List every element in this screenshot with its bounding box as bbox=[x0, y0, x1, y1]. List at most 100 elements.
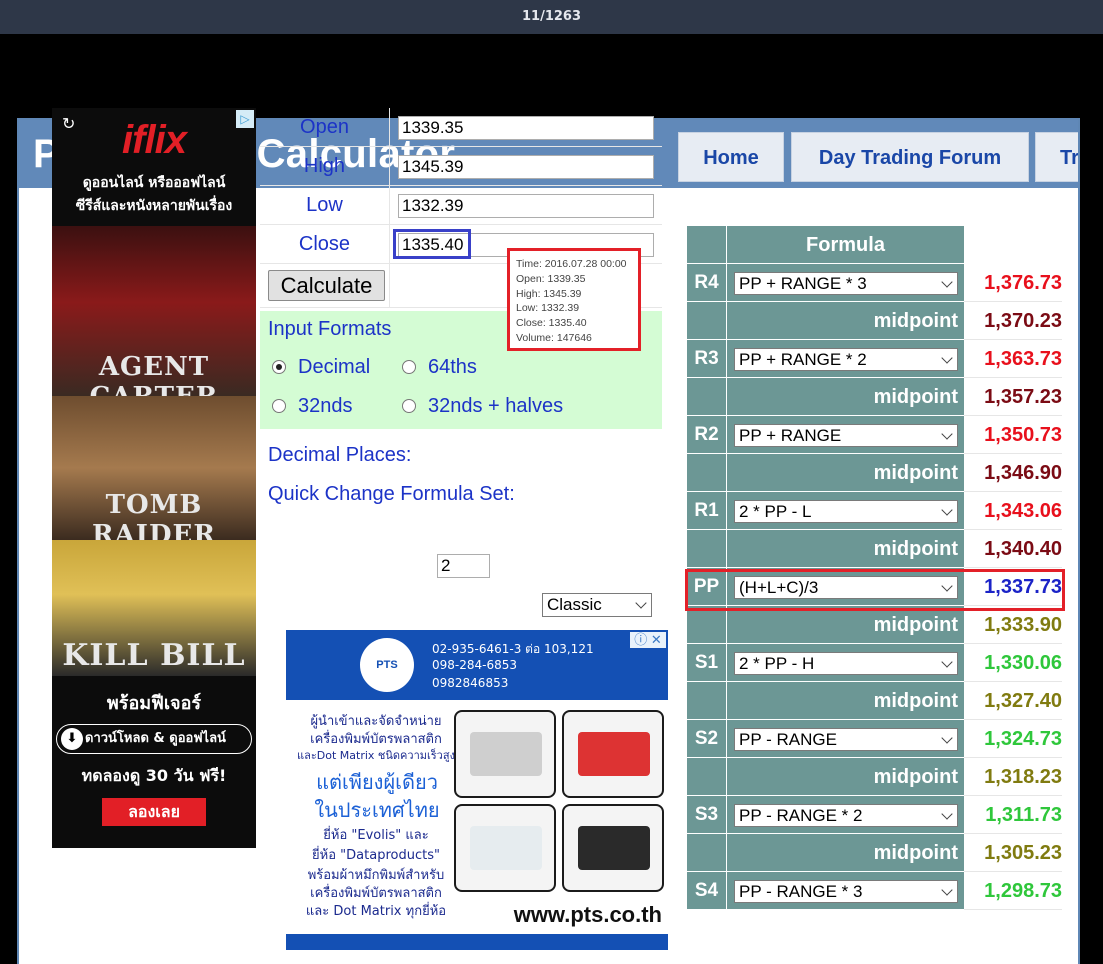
pivot-row-s4: S4 PP - RANGE * 3 1,298.73 bbox=[687, 872, 1067, 910]
low-input[interactable] bbox=[398, 194, 654, 218]
pivot-row-mid: midpoint 1,318.23 bbox=[687, 758, 1067, 796]
dot-matrix-printer-image bbox=[454, 710, 556, 798]
formula-value: PP + RANGE * 2 bbox=[739, 350, 867, 369]
formula-select[interactable]: 2 * PP - L bbox=[734, 500, 958, 523]
pts-footer-bar bbox=[286, 934, 668, 950]
formula-select[interactable]: PP - RANGE bbox=[734, 728, 958, 751]
open-input[interactable] bbox=[398, 116, 654, 140]
midpoint-label: midpoint bbox=[873, 462, 958, 484]
pts-ad-header: PTS 02-935-6461-3 ต่อ 103,121 098-284-68… bbox=[286, 630, 668, 700]
pivot-header-formula: Formula bbox=[727, 226, 964, 264]
iflix-trial-text: ทดลองดู 30 วัน ฟรี! bbox=[81, 766, 227, 785]
pivot-value: 1,376.73 bbox=[964, 264, 1062, 302]
high-input[interactable] bbox=[398, 155, 654, 179]
pts-url[interactable]: www.pts.co.th bbox=[514, 902, 662, 928]
formula-select[interactable]: PP + RANGE * 3 bbox=[734, 272, 958, 295]
pivot-value: 1,330.06 bbox=[964, 644, 1062, 682]
formula-select[interactable]: PP + RANGE bbox=[734, 424, 958, 447]
tooltip-close: Close: 1335.40 bbox=[516, 317, 587, 330]
ad-close-icon[interactable]: ⓘ ✕ bbox=[630, 632, 666, 648]
pivot-value: 1,357.23 bbox=[964, 378, 1062, 416]
format-decimal[interactable]: Decimal bbox=[272, 356, 370, 379]
iflix-download-badge[interactable]: ⬇ ดาวน์โหลด & ดูออฟไลน์ bbox=[56, 724, 252, 754]
formula-cell: midpoint bbox=[727, 530, 964, 568]
tooltip-low: Low: 1332.39 bbox=[516, 302, 580, 315]
iflix-tagline-1: ดูออนไลน์ หรือออฟไลน์ bbox=[82, 175, 226, 191]
pivot-row-mid: midpoint 1,305.23 bbox=[687, 834, 1067, 872]
pts-logo: PTS bbox=[360, 638, 414, 692]
formula-cell: midpoint bbox=[727, 758, 964, 796]
pivot-value: 1,298.73 bbox=[964, 872, 1062, 910]
pivot-key bbox=[687, 758, 727, 796]
pts-phone-3: 0982846853 bbox=[432, 676, 509, 690]
formula-select[interactable]: 2 * PP - H bbox=[734, 652, 958, 675]
formula-select[interactable]: PP - RANGE * 2 bbox=[734, 804, 958, 827]
input-formats-title: Input Formats bbox=[268, 318, 392, 340]
calculate-button[interactable]: Calculate bbox=[268, 270, 385, 301]
formula-value: 2 * PP - L bbox=[739, 502, 812, 521]
iflix-try-button[interactable]: ลองเลย bbox=[102, 798, 206, 826]
pts-phone-1: 02-935-6461-3 ต่อ 103,121 bbox=[432, 642, 594, 656]
card-printer-image bbox=[562, 710, 664, 798]
midpoint-label: midpoint bbox=[873, 310, 958, 332]
format-32nds-halves[interactable]: 32nds + halves bbox=[402, 395, 563, 418]
viewer-counter-bar: 11/1263 bbox=[0, 0, 1103, 34]
formula-cell: 2 * PP - H bbox=[727, 644, 964, 682]
nav-home[interactable]: Home bbox=[678, 132, 784, 182]
open-row: Open bbox=[260, 108, 662, 147]
pts-text-8: และ Dot Matrix ทุกยี่ห้อ bbox=[305, 904, 447, 919]
tooltip-time: Time: 2016.07.28 00:00 bbox=[516, 258, 627, 270]
nav-tr[interactable]: Tr bbox=[1035, 132, 1078, 182]
decimal-places-input[interactable] bbox=[437, 554, 490, 578]
radio-decimal[interactable] bbox=[272, 360, 286, 374]
format-64ths[interactable]: 64ths bbox=[402, 356, 477, 379]
pts-text-5: ยี่ห้อ "Dataproducts" bbox=[312, 848, 440, 863]
poster-agent-carter: AGENT CARTER bbox=[52, 226, 256, 396]
image-counter: 11/1263 bbox=[521, 9, 582, 24]
poster-title-3: KILL BILL bbox=[62, 638, 246, 673]
pivot-row-r3: R3 PP + RANGE * 2 1,363.73 bbox=[687, 340, 1067, 378]
pivot-key bbox=[687, 606, 727, 644]
formula-set-select[interactable]: Classic bbox=[542, 593, 652, 617]
radio-64ths[interactable] bbox=[402, 360, 416, 374]
high-row: High bbox=[260, 147, 662, 186]
pivot-key: R2 bbox=[687, 416, 727, 454]
low-row: Low bbox=[260, 186, 662, 225]
formula-cell: PP + RANGE bbox=[727, 416, 964, 454]
pivot-row-mid: midpoint 1,340.40 bbox=[687, 530, 1067, 568]
pivot-row-s2: S2 PP - RANGE 1,324.73 bbox=[687, 720, 1067, 758]
formula-cell: PP + RANGE * 2 bbox=[727, 340, 964, 378]
radio-32nds[interactable] bbox=[272, 399, 286, 413]
formula-select[interactable]: PP + RANGE * 2 bbox=[734, 348, 958, 371]
pivot-key bbox=[687, 378, 727, 416]
iflix-ad[interactable]: ↻ ▷ iflix ดูออนไลน์ หรือออฟไลน์ ซีรีส์แล… bbox=[52, 108, 256, 848]
pts-ad[interactable]: PTS 02-935-6461-3 ต่อ 103,121 098-284-68… bbox=[286, 630, 668, 950]
formula-select[interactable]: PP - RANGE * 3 bbox=[734, 880, 958, 903]
formula-set-value: Classic bbox=[547, 595, 602, 614]
radio-32nds-halves[interactable] bbox=[402, 399, 416, 413]
formula-cell: PP + RANGE * 3 bbox=[727, 264, 964, 302]
chevron-down-icon bbox=[941, 808, 953, 820]
chevron-down-icon bbox=[941, 352, 953, 364]
download-icon: ⬇ bbox=[61, 728, 83, 750]
formula-cell: midpoint bbox=[727, 834, 964, 872]
formula-cell: midpoint bbox=[727, 682, 964, 720]
midpoint-label: midpoint bbox=[873, 538, 958, 560]
nav-day-trading-forum[interactable]: Day Trading Forum bbox=[791, 132, 1029, 182]
pivot-row-r4: R4 PP + RANGE * 3 1,376.73 bbox=[687, 264, 1067, 302]
calculate-cell: Calculate bbox=[260, 264, 390, 308]
close-label: Close bbox=[260, 225, 390, 264]
pivot-value: 1,370.23 bbox=[964, 302, 1062, 340]
formula-value: PP + RANGE bbox=[739, 426, 842, 445]
formula-cell: PP - RANGE * 3 bbox=[727, 872, 964, 910]
pivot-row-r1: R1 2 * PP - L 1,343.06 bbox=[687, 492, 1067, 530]
midpoint-label: midpoint bbox=[873, 766, 958, 788]
formula-cell: midpoint bbox=[727, 454, 964, 492]
chevron-down-icon bbox=[941, 504, 953, 516]
pivot-key: S2 bbox=[687, 720, 727, 758]
pivot-value: 1,350.73 bbox=[964, 416, 1062, 454]
iflix-tagline: ดูออนไลน์ หรือออฟไลน์ ซีรีส์และหนังหลายพ… bbox=[52, 172, 256, 218]
format-32nds[interactable]: 32nds bbox=[272, 395, 353, 418]
pivot-value: 1,363.73 bbox=[964, 340, 1062, 378]
pivot-key bbox=[687, 302, 727, 340]
